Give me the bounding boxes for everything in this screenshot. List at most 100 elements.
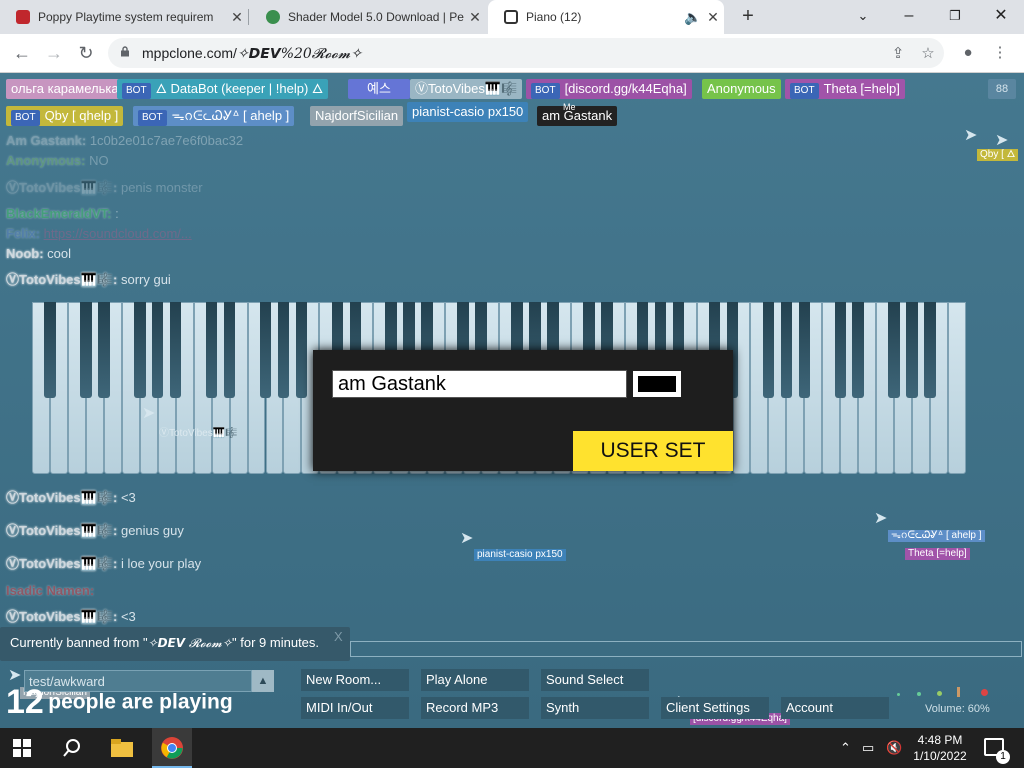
black-key[interactable] xyxy=(852,302,864,398)
record-mp3-button[interactable]: Record MP3 xyxy=(421,697,529,719)
chat-message: Am Gastank: 1c0b2e01c7ae7e6f0bac32 xyxy=(6,133,244,148)
notification-count: 1 xyxy=(996,750,1010,764)
rename-modal: USER SET xyxy=(313,350,733,471)
favicon-icon xyxy=(266,10,280,24)
sound-select-button[interactable]: Sound Select xyxy=(541,669,649,691)
cursor-icon: ➤ xyxy=(460,530,474,547)
tab-search-icon[interactable]: ⌄ xyxy=(840,0,886,34)
chat-message: ⓋTotoVibes🎹🎼: genius guy xyxy=(6,523,184,538)
black-key[interactable] xyxy=(888,302,900,398)
client-settings-button[interactable]: Client Settings xyxy=(661,697,769,719)
user-badge[interactable]: BOT 🜂 DataBot (keeper | !help) 🜂 xyxy=(117,79,329,99)
chat-message: ⓋTotoVibes🎹🎼: <3 xyxy=(6,490,136,505)
user-badge[interactable]: BOT [discord.gg/k44Eqha] xyxy=(526,79,692,99)
black-key[interactable] xyxy=(834,302,846,398)
close-window-icon[interactable]: ✕ xyxy=(978,0,1024,34)
user-badge[interactable]: Anonymous xyxy=(702,79,781,99)
cursor-name-tag: Qby [ 🜂 xyxy=(977,149,1019,161)
user-set-button[interactable]: USER SET xyxy=(573,431,733,471)
user-badge-me[interactable]: am Gastank xyxy=(537,106,618,126)
bookmark-star-icon[interactable]: ☆ xyxy=(918,44,938,64)
file-explorer-icon[interactable] xyxy=(110,736,134,760)
address-bar[interactable]: mppclone.com/✧𝘿𝙀𝙑%20𝓡𝓸𝓸𝓶✧ ⇪ ☆ xyxy=(108,38,944,68)
black-key[interactable] xyxy=(223,302,236,398)
user-badge[interactable]: pianist-casio px150 xyxy=(407,102,529,122)
cursor-icon: ➤ xyxy=(142,405,156,422)
black-key[interactable] xyxy=(277,302,290,398)
user-badge[interactable]: ⓋTotoVibes🎹🎼 xyxy=(410,79,523,99)
cursor-name-tag: ᯓᨣᕮᓚᏇᎽᐞ [ ahelp ] xyxy=(888,530,985,542)
favicon-icon xyxy=(16,10,30,24)
black-key[interactable] xyxy=(98,302,110,398)
user-badge[interactable]: BOT ᯓᨣᕮᓚᏇᎽᐞ [ ahelp ] xyxy=(133,106,295,126)
share-icon[interactable]: ⇪ xyxy=(888,44,908,64)
tab-title: Shader Model 5.0 Download | Pe xyxy=(288,10,464,24)
black-key[interactable] xyxy=(134,302,146,398)
settings-button[interactable]: 88 xyxy=(988,79,1016,99)
username-input[interactable] xyxy=(332,370,627,398)
chat-message: ⓋTotoVibes🎹🎼: i loe your play xyxy=(6,556,202,571)
close-notice-icon[interactable]: X xyxy=(334,621,343,653)
reload-icon[interactable]: ↻ xyxy=(74,41,98,65)
cursor-name-tag: pianist-casio px150 xyxy=(474,549,566,561)
user-badge[interactable]: NajdorfSicilian xyxy=(310,106,404,126)
user-badge[interactable]: 예스 xyxy=(348,79,410,99)
tab-poppy[interactable]: Poppy Playtime system requirem ✕ xyxy=(0,0,248,34)
volume-muted-icon[interactable]: 🔇 xyxy=(886,740,902,756)
synth-button[interactable]: Synth xyxy=(541,697,649,719)
play-alone-button[interactable]: Play Alone xyxy=(421,669,529,691)
windows-taskbar: ⌃ ▭ 🔇 4:48 PM 1/10/2022 1 xyxy=(0,728,1024,768)
menu-kebab-icon[interactable]: ⋮ xyxy=(990,43,1010,63)
cursor-icon: ➤ xyxy=(995,132,1009,149)
user-badge[interactable]: BOT Qby [ qhelp ] xyxy=(6,106,124,126)
close-tab-icon[interactable]: ✕ xyxy=(702,9,724,26)
piano-favicon-icon xyxy=(504,10,518,24)
chrome-icon xyxy=(161,737,183,759)
browser-toolbar: ← → ↻ mppclone.com/✧𝘿𝙀𝙑%20𝓡𝓸𝓸𝓶✧ ⇪ ☆ ● ⋮ xyxy=(0,34,1024,73)
tab-shader[interactable]: Shader Model 5.0 Download | Pe ✕ xyxy=(250,0,486,34)
speaker-icon[interactable]: 🔈 xyxy=(684,9,702,26)
black-key[interactable] xyxy=(295,302,308,398)
chat-message: ⓋTotoVibes🎹🎼: sorry gui xyxy=(6,272,171,287)
search-icon[interactable] xyxy=(62,738,82,758)
color-picker[interactable] xyxy=(633,371,681,397)
chat-bar[interactable] xyxy=(350,641,1022,657)
new-room-button[interactable]: New Room... xyxy=(301,669,409,691)
restore-icon[interactable]: ❐ xyxy=(932,0,978,34)
black-key[interactable] xyxy=(44,302,56,398)
windows-start-icon[interactable] xyxy=(13,739,31,757)
close-tab-icon[interactable]: ✕ xyxy=(226,9,248,26)
black-key[interactable] xyxy=(151,302,164,398)
chat-expand-icon[interactable]: ▲ xyxy=(252,670,274,692)
forward-icon[interactable]: → xyxy=(42,41,66,65)
close-tab-icon[interactable]: ✕ xyxy=(464,9,486,26)
clock[interactable]: 4:48 PM 1/10/2022 xyxy=(908,732,972,764)
black-key[interactable] xyxy=(780,302,793,398)
black-key[interactable] xyxy=(205,302,218,398)
chrome-taskbar-button[interactable] xyxy=(152,728,192,768)
tray-chevron-icon[interactable]: ⌃ xyxy=(840,740,851,756)
chat-message: BlackEmeraldVT: : xyxy=(6,206,119,221)
piano-room-page: Am Gastank: 1c0b2e01c7ae7e6f0bac32 Anony… xyxy=(0,73,1024,728)
black-key[interactable] xyxy=(169,302,182,398)
white-key[interactable] xyxy=(948,302,966,474)
black-key[interactable] xyxy=(924,302,936,398)
network-icon[interactable]: ▭ xyxy=(862,740,874,756)
user-badge[interactable]: ольга карамелька xyxy=(6,79,124,99)
user-badge[interactable]: BOT Theta [=help] xyxy=(785,79,905,99)
profile-icon[interactable]: ● xyxy=(958,43,978,63)
black-key[interactable] xyxy=(259,302,272,398)
midi-button[interactable]: MIDI In/Out xyxy=(301,697,409,719)
black-key[interactable] xyxy=(80,302,92,398)
black-key[interactable] xyxy=(906,302,918,398)
volume-slider[interactable] xyxy=(895,685,995,697)
tab-piano[interactable]: Piano (12) 🔈 ✕ xyxy=(488,0,724,34)
cursor-icon: ➤ xyxy=(8,667,22,684)
minimize-icon[interactable]: – xyxy=(886,0,932,34)
new-tab-icon[interactable]: + xyxy=(736,4,760,28)
black-key[interactable] xyxy=(762,302,775,398)
account-button[interactable]: Account xyxy=(781,697,889,719)
back-icon[interactable]: ← xyxy=(10,41,34,65)
cursor-icon: ➤ xyxy=(964,127,978,144)
black-key[interactable] xyxy=(798,302,811,398)
